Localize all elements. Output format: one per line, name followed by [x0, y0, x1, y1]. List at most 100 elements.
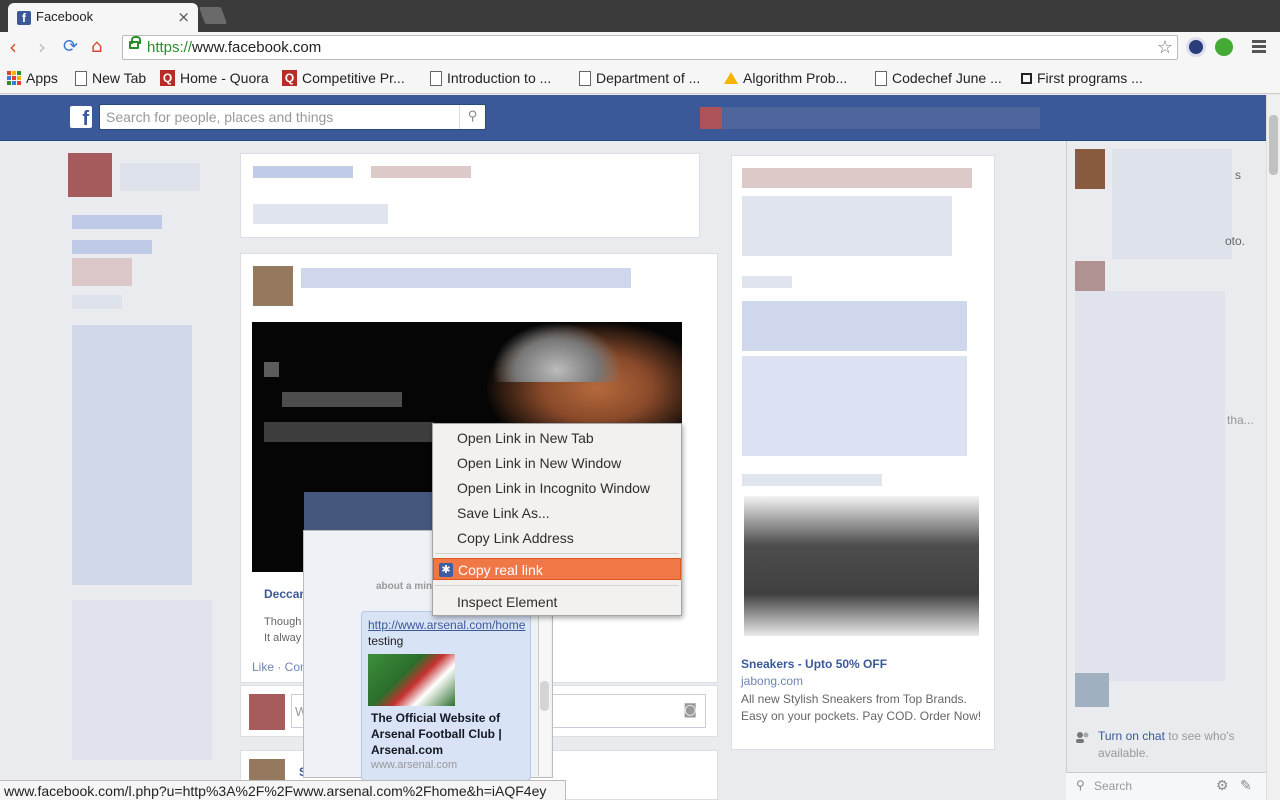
search-icon[interactable]: ⚲	[459, 105, 485, 129]
chat-list-blurred[interactable]	[1075, 291, 1225, 681]
lock-icon	[129, 36, 141, 49]
photo-overlay-blurred	[304, 492, 434, 532]
reload-icon[interactable]: ⟳	[63, 35, 78, 59]
search-placeholder: Search for people, places and things	[106, 109, 334, 125]
ticker-blurred[interactable]	[742, 168, 972, 188]
status-composer	[240, 153, 700, 238]
new-tab-button[interactable]	[198, 7, 228, 24]
chat-ticker-text: oto.	[1225, 234, 1246, 248]
scroll-thumb[interactable]	[1269, 115, 1278, 175]
sidebar-item[interactable]	[72, 258, 132, 286]
link-preview-site: www.arsenal.com	[371, 759, 458, 771]
chat-ticker-blurred[interactable]	[1112, 149, 1232, 259]
post-actions[interactable]: Like · Com	[252, 660, 310, 674]
facebook-search-input[interactable]: Search for people, places and things ⚲	[99, 104, 486, 130]
chat-search-bar[interactable]: ⚲ Search ⚙ ✎	[1066, 772, 1266, 800]
gear-icon[interactable]: ⚙	[1216, 777, 1229, 794]
sidebar-list-blurred[interactable]	[72, 600, 212, 760]
ticker-blurred[interactable]	[742, 196, 952, 256]
extension-star-icon: ✱	[439, 563, 453, 577]
extension-hangouts-icon[interactable]	[1215, 38, 1233, 56]
menu-inspect-element[interactable]: Inspect Element	[433, 591, 681, 613]
menu-open-new-tab[interactable]: Open Link in New Tab	[433, 427, 681, 449]
avatar[interactable]	[700, 107, 722, 129]
bookmark-algorithm-prob[interactable]: Algorithm Prob...	[724, 70, 847, 86]
link-preview-image[interactable]	[368, 654, 455, 706]
turn-on-chat-text: Turn on chat to see who's available.	[1098, 729, 1235, 760]
chat-search-placeholder: Search	[1094, 779, 1133, 793]
menu-open-new-window[interactable]: Open Link in New Window	[433, 452, 681, 474]
ticker-blurred[interactable]	[742, 301, 967, 351]
ad-title[interactable]: Sneakers - Upto 50% OFF	[741, 657, 887, 671]
page-scrollbar[interactable]	[1266, 95, 1280, 800]
tab-facebook[interactable]: f Facebook ×	[8, 3, 198, 32]
bookmarks-bar: Apps New Tab Q Home - Quora Q Competitiv…	[0, 64, 1280, 94]
post-author[interactable]: Deccan	[264, 587, 307, 601]
chat-ticker-text: tha...	[1227, 413, 1254, 427]
ticker-blurred[interactable]	[742, 356, 967, 456]
avatar[interactable]	[1075, 149, 1105, 189]
post-header-blurred[interactable]	[301, 268, 631, 288]
menu-separator	[435, 585, 679, 586]
home-icon[interactable]: ⌂	[91, 35, 102, 59]
extension-owl-icon[interactable]	[1186, 37, 1206, 57]
menu-copy-real-link[interactable]: ✱ Copy real link	[433, 558, 681, 580]
link-preview-title[interactable]: The Official Website of Arsenal Football…	[371, 710, 521, 758]
bookmark-new-tab[interactable]: New Tab	[75, 70, 146, 86]
message-link[interactable]: http://www.arsenal.com/home	[368, 618, 525, 632]
composer-input[interactable]	[253, 204, 388, 224]
quora-icon: Q	[160, 70, 175, 86]
turn-on-chat-link[interactable]: Turn on chat	[1098, 729, 1165, 743]
menu-open-incognito[interactable]: Open Link in Incognito Window	[433, 477, 681, 499]
facebook-logo-icon[interactable]: f	[70, 106, 92, 130]
profile-name-blurred[interactable]	[120, 163, 200, 191]
back-arrow-icon[interactable]: ‹	[9, 35, 17, 59]
sidebar-item[interactable]	[72, 215, 162, 229]
bookmark-home-quora[interactable]: Q Home - Quora	[160, 70, 269, 86]
tab-close-icon[interactable]: ×	[177, 8, 190, 26]
tab-strip: f Facebook ×	[0, 0, 1280, 32]
ad-domain[interactable]: jabong.com	[741, 674, 803, 688]
sidebar-item[interactable]	[72, 240, 152, 254]
avatar	[249, 694, 285, 730]
post-text: Though	[264, 616, 302, 628]
menu-save-link-as[interactable]: Save Link As...	[433, 502, 681, 524]
sidebar-list-blurred[interactable]	[72, 325, 192, 585]
section-heading	[742, 474, 882, 486]
address-bar[interactable]: https://www.facebook.com ☆	[122, 35, 1178, 60]
avatar[interactable]	[253, 266, 293, 306]
message-bubble: http://www.arsenal.com/home testing The …	[361, 611, 531, 781]
photo-hair	[492, 322, 622, 382]
bookmark-competitive-pr[interactable]: Q Competitive Pr...	[282, 70, 405, 86]
bookmark-first-programs[interactable]: First programs ...	[1021, 70, 1143, 86]
photo-caption-blurred	[264, 422, 434, 442]
forward-arrow-icon[interactable]: ›	[38, 35, 46, 59]
bookmark-introduction-to[interactable]: Introduction to ...	[430, 70, 551, 86]
profile-nav-blurred[interactable]	[700, 107, 1040, 129]
menu-copy-link-address[interactable]: Copy Link Address	[433, 527, 681, 549]
page-icon	[579, 70, 591, 86]
avatar[interactable]	[1075, 673, 1109, 707]
ad-image[interactable]	[744, 496, 979, 636]
chat-scrollbar[interactable]	[538, 601, 550, 776]
avatar[interactable]	[68, 153, 112, 197]
compose-icon[interactable]: ✎	[1240, 777, 1252, 794]
chrome-menu-icon[interactable]	[1252, 40, 1266, 55]
photo-caption-blurred	[282, 392, 402, 407]
bookmark-codechef-june[interactable]: Codechef June ...	[875, 70, 1002, 86]
bookmark-star-icon[interactable]: ☆	[1157, 37, 1173, 58]
post-text: It alway	[264, 632, 302, 644]
composer-tab[interactable]	[253, 166, 353, 178]
bookmark-department-of[interactable]: Department of ...	[579, 70, 700, 86]
camera-icon[interactable]: ◙	[683, 702, 697, 718]
facebook-header: f Search for people, places and things ⚲	[0, 95, 1266, 141]
url-text: https://www.facebook.com	[147, 39, 322, 56]
ad-text: All new Stylish Sneakers from Top Brands…	[741, 692, 982, 723]
message-time: about a min	[376, 581, 433, 592]
scroll-thumb[interactable]	[540, 681, 549, 711]
composer-tab[interactable]	[371, 166, 471, 178]
avatar[interactable]	[1075, 261, 1105, 291]
bookmark-apps[interactable]: Apps	[7, 70, 58, 86]
box-icon	[1021, 72, 1032, 84]
drive-icon	[724, 72, 738, 84]
